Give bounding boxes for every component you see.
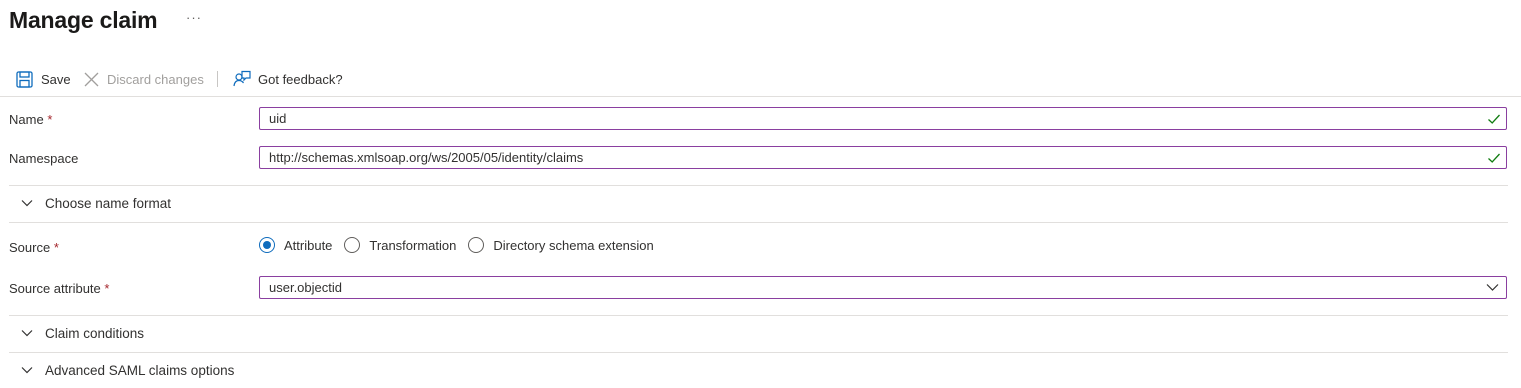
section-divider (9, 185, 1508, 186)
valid-check-icon (1488, 153, 1500, 163)
claim-conditions-label: Claim conditions (45, 325, 145, 341)
save-button[interactable]: Save (16, 68, 71, 90)
name-value: uid (269, 111, 287, 126)
radio-attribute-label: Attribute (284, 237, 333, 253)
choose-name-format-label: Choose name format (45, 195, 172, 211)
section-divider (9, 352, 1508, 353)
radio-circle (259, 237, 275, 253)
name-label: Name * (9, 111, 52, 129)
source-label: Source * (9, 239, 59, 257)
save-icon (16, 70, 33, 88)
name-field[interactable]: uid (259, 107, 1507, 130)
section-divider (9, 222, 1508, 223)
radio-attribute[interactable]: Attribute (259, 237, 332, 253)
radio-circle (344, 237, 361, 253)
required-mark: * (53, 240, 59, 255)
feedback-button[interactable]: Got feedback? (233, 68, 343, 90)
chevron-down-icon (21, 367, 33, 374)
feedback-label: Got feedback? (258, 71, 343, 87)
save-label: Save (41, 71, 71, 87)
namespace-label: Namespace (9, 151, 79, 166)
required-mark: * (47, 112, 53, 127)
source-label-text: Source (9, 240, 51, 255)
more-options-icon[interactable]: ··· (186, 8, 202, 28)
valid-check-icon (1488, 114, 1500, 124)
source-attribute-value: user.objectid (269, 280, 342, 295)
discard-changes-button[interactable]: Discard changes (83, 68, 204, 90)
choose-name-format-section[interactable]: Choose name format (9, 188, 171, 218)
source-attribute-label: Source attribute * (9, 280, 109, 298)
feedback-icon (233, 70, 251, 87)
toolbar-separator (217, 71, 218, 87)
advanced-saml-claims-label: Advanced SAML claims options (45, 362, 235, 378)
section-divider (9, 315, 1508, 316)
chevron-down-icon (21, 200, 33, 207)
radio-directory-schema-extension[interactable]: Directory schema extension (468, 237, 654, 253)
page-title: Manage claim (9, 7, 158, 33)
name-label-text: Name (9, 112, 44, 127)
radio-transformation-label: Transformation (369, 237, 457, 253)
toolbar-divider (0, 96, 1521, 97)
radio-circle (468, 237, 485, 253)
advanced-saml-claims-section[interactable]: Advanced SAML claims options (9, 355, 234, 385)
source-attribute-label-text: Source attribute (9, 281, 101, 296)
namespace-field[interactable]: http://schemas.xmlsoap.org/ws/2005/05/id… (259, 146, 1507, 169)
source-radio-group: Attribute Transformation Directory schem… (259, 235, 666, 255)
chevron-down-icon (1486, 284, 1499, 291)
discard-changes-label: Discard changes (107, 71, 204, 87)
namespace-value: http://schemas.xmlsoap.org/ws/2005/05/id… (269, 150, 584, 165)
close-icon (84, 72, 99, 86)
command-bar: Save Discard changes Got feedback? (0, 62, 1521, 96)
radio-transformation[interactable]: Transformation (344, 237, 456, 253)
required-mark: * (104, 281, 110, 296)
radio-directory-schema-extension-label: Directory schema extension (493, 237, 654, 253)
chevron-down-icon (21, 330, 33, 337)
claim-conditions-section[interactable]: Claim conditions (9, 318, 144, 348)
source-attribute-dropdown[interactable]: user.objectid (259, 276, 1507, 299)
